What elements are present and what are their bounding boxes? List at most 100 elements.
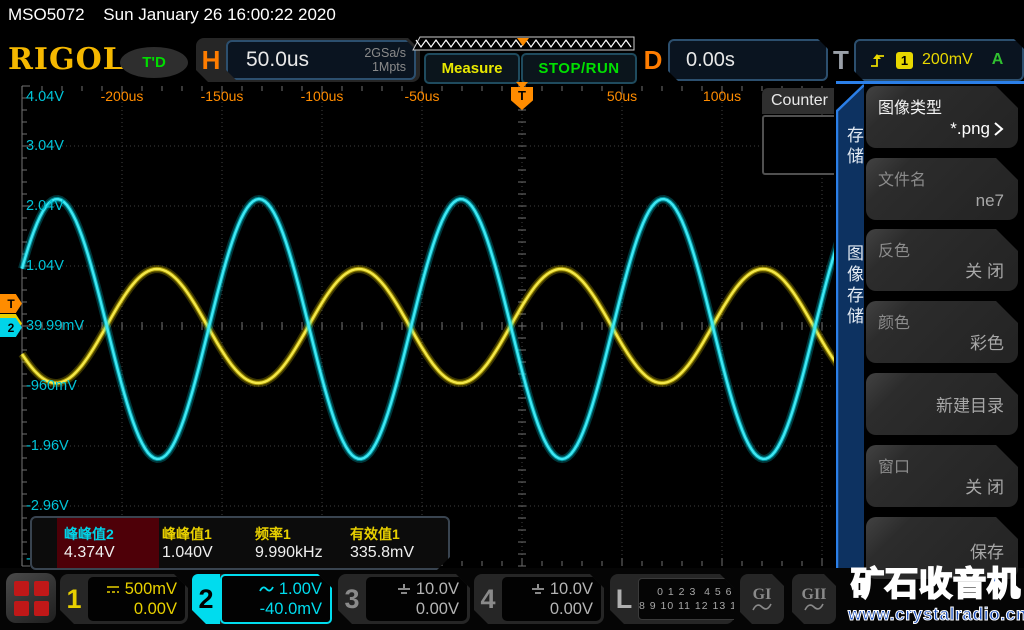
generator-2-button[interactable]: GII [792,574,836,624]
red-square-icon [34,601,49,616]
channel-scale: 1.00V [279,579,322,599]
channel-3-status[interactable]: 3 10.0V 0.00V [338,574,470,624]
menu-item-window[interactable]: 窗口 关 闭 [866,445,1018,507]
logic-channels-row1: 0 1 2 3 4 5 6 7 [657,585,743,599]
ac-coupling-icon [259,584,274,594]
measurement-label: 频率1 [255,524,291,544]
generator-1-button[interactable]: GI [740,574,784,624]
tab-image-storage[interactable]: 图像存储 [841,244,866,328]
trigger-status-badge: T'D [120,47,188,78]
menu-item-value: 彩色 [970,329,1004,354]
channel-4-status[interactable]: 4 10.0V 0.00V [474,574,604,624]
dc-coupling-icon [106,584,120,594]
time-tick-label: 50us [607,88,637,104]
time-tick-label: 100us [703,88,741,104]
channel-number: 1 [60,574,88,624]
voltage-tick-label: 2.04V [26,198,64,214]
delay-settings[interactable]: D 0.00s [638,40,828,80]
measurement-value: 335.8mV [350,544,414,562]
menu-item-value: 关 闭 [965,473,1004,498]
channel-number: 4 [474,574,502,624]
horizontal-settings[interactable]: H 50.0us 2GSa/s 1Mpts [196,38,420,82]
waveform-traces [0,84,860,568]
channel-scale: 10.0V [550,579,593,599]
channel-offset: 0.00V [416,599,459,619]
delay-label: D [638,45,668,76]
menu-item-value: 保存 [970,538,1004,563]
sample-rate: 2GSa/s [364,46,406,60]
menu-item-invert[interactable]: 反色 关 闭 [866,229,1018,291]
menu-item-new-directory[interactable]: 新建目录 [866,373,1018,435]
ch2-trace [22,199,856,459]
measurement-label: 峰峰值1 [162,524,212,544]
channel-1-status[interactable]: 1 500mV 0.00V [60,574,188,624]
delay-box[interactable]: 0.00s [668,39,828,81]
storage-menu-panel: 存储 图像存储 图像类型 *.png 文件名 ne7 反色 关 闭 颜色 彩色 … [834,84,1024,568]
logic-channels-status[interactable]: L 0 1 2 3 4 5 6 7 8 9 10 11 12 13 14 15 [610,574,734,624]
red-square-icon [14,581,29,596]
chevron-right-icon [992,121,1004,137]
sidebar-top-border [836,81,1024,84]
channel-scale: 500mV [125,579,177,599]
gnd-coupling-icon [397,584,411,595]
measurement-value: 4.374V [64,544,115,562]
channel-2-status[interactable]: 2 1.00V -40.0mV [192,574,332,624]
voltage-tick-label: -960mV [26,378,77,394]
menu-item-image-type[interactable]: 图像类型 *.png [866,86,1018,148]
channel-number: 2 [192,574,220,624]
acquisition-info: 2GSa/s 1Mpts [364,46,414,74]
time-tick-label: -50us [404,88,439,104]
timebase-value: 50.0us [228,48,364,72]
trigger-source-badge: 1 [896,52,913,69]
channel-offset: 0.00V [550,599,593,619]
trigger-settings[interactable]: T 1 200mV A [828,40,1024,80]
menu-item-label: 反色 [878,237,910,261]
menu-item-color[interactable]: 颜色 彩色 [866,301,1018,363]
sine-wave-icon [752,602,772,612]
measurement-value: 9.990kHz [255,544,323,562]
trigger-slope-icon [870,52,887,69]
menu-item-label: 窗口 [878,453,910,477]
memory-depth: 1Mpts [364,60,406,74]
voltage-tick-label: -2.96V [26,498,69,514]
menu-item-value: 关 闭 [965,257,1004,282]
timebase-box[interactable]: 50.0us 2GSa/s 1Mpts [226,40,416,80]
measurement-value: 1.040V [162,544,213,562]
watermark-url: www.crystalradio.cn [848,604,1024,624]
measurement-results-box: 峰峰值2 4.374V 峰峰值1 1.040V 频率1 9.990kHz 有效值… [30,516,450,570]
menu-item-file-name[interactable]: 文件名 ne7 [866,158,1018,220]
channel-scale: 10.0V [416,579,459,599]
delay-value: 0.00s [670,49,735,72]
menu-item-value: *.png [950,119,1004,139]
status-bar: MSO5072 Sun January 26 16:00:22 2020 [0,0,1024,34]
measurement-label: 有效值1 [350,524,400,544]
oscilloscope-screen: MSO5072 Sun January 26 16:00:22 2020 RIG… [0,0,1024,630]
trigger-mode: A [992,51,1004,69]
generator-label: GI [753,587,772,602]
time-tick-label: -100us [301,88,344,104]
stop-run-button[interactable]: STOP/RUN [521,53,637,84]
tab-storage[interactable]: 存储 [841,126,866,168]
red-square-icon [34,581,49,596]
datetime: Sun January 26 16:00:22 2020 [103,5,336,24]
measurement-label: 峰峰值2 [64,524,114,544]
watermark-title: 矿石收音机 [848,564,1024,604]
trigger-box[interactable]: 1 200mV A [854,39,1024,81]
voltage-tick-label: 39.99mV [26,318,84,334]
menu-item-value: 新建目录 [936,392,1004,417]
rigol-logo: RIGOL [8,42,125,77]
menu-item-label: 颜色 [878,309,910,333]
voltage-tick-label: 4.04V [26,89,64,105]
voltage-tick-label: -1.96V [26,438,69,454]
trigger-level: 200mV [922,51,973,69]
waveform-overview-bar[interactable] [412,36,636,52]
time-tick-label: -150us [201,88,244,104]
logic-label: L [610,574,638,624]
menu-item-label: 图像类型 [878,94,942,118]
menu-item-label: 文件名 [878,166,926,190]
menu-grid-button[interactable] [6,573,56,623]
measure-button[interactable]: Measure [424,53,520,84]
time-tick-label: -200us [101,88,144,104]
voltage-tick-label: 3.04V [26,138,64,154]
channel-number: 3 [338,574,366,624]
